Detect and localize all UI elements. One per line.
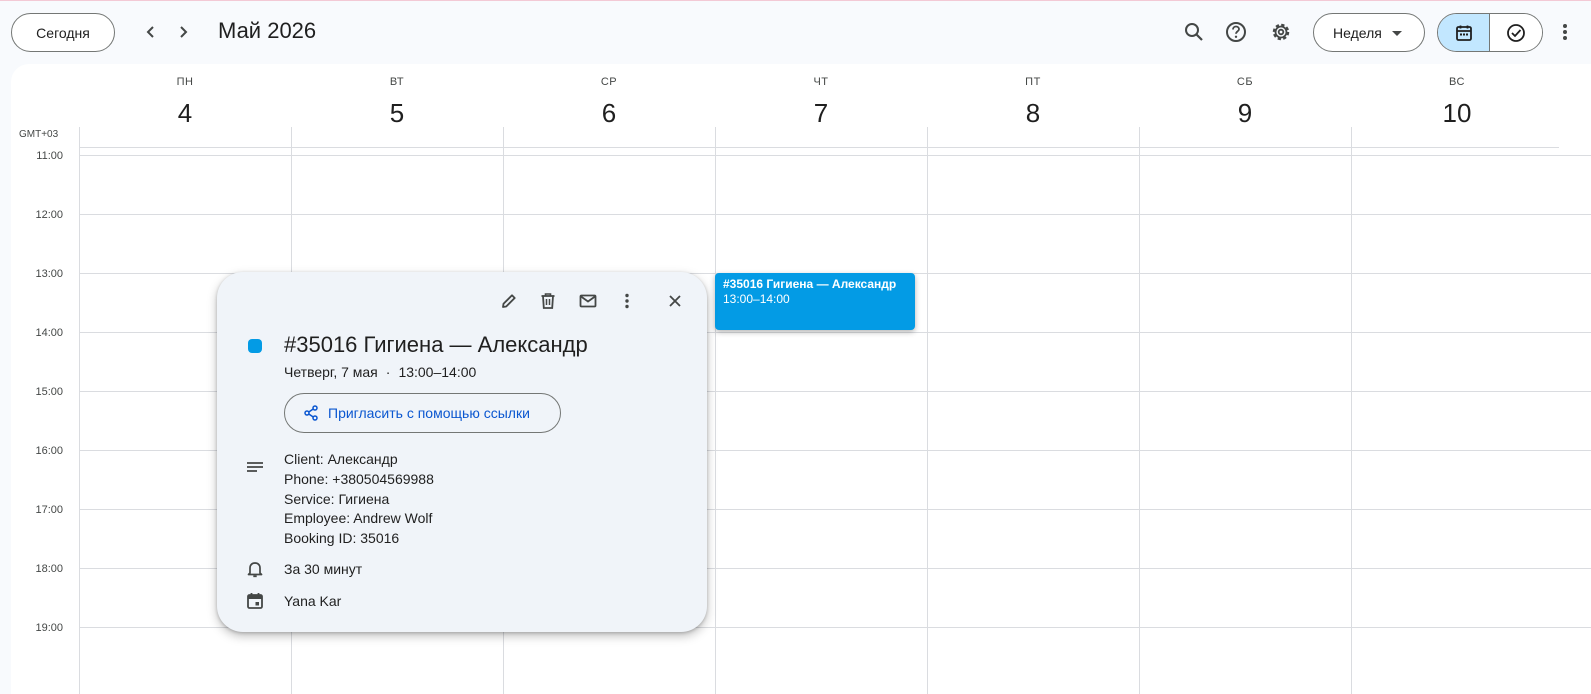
day-header-wed[interactable]: СР 6 — [503, 64, 715, 148]
day-number[interactable]: 7 — [715, 98, 927, 129]
hour-label: 15:00 — [35, 386, 63, 398]
hour-line — [79, 214, 1591, 215]
day-name: ВС — [1449, 76, 1465, 88]
event-details-popup: #35016 Гигиена — Александр Четверг, 7 ма… — [217, 272, 707, 632]
grid-column-line — [927, 127, 928, 694]
grid-column-line — [1351, 127, 1352, 694]
day-name: ЧТ — [813, 76, 829, 88]
hour-label: 12:00 — [35, 209, 63, 221]
grid-column-line — [715, 127, 716, 694]
event-description: Client: Александр Phone: +380504569988 S… — [284, 450, 434, 549]
chevron-left-icon — [146, 26, 154, 38]
view-selector-label: Неделя — [1333, 24, 1382, 41]
close-popup-button[interactable] — [663, 289, 687, 313]
invite-via-link-label: Пригласить с помощью ссылки — [328, 405, 530, 421]
event-time: 13:00–14:00 — [723, 292, 790, 306]
day-name: ПТ — [1025, 76, 1041, 88]
hour-label: 18:00 — [35, 563, 63, 575]
hour-label: 19:00 — [35, 622, 63, 634]
tasks-view-toggle[interactable] — [1490, 14, 1542, 51]
day-name: ПН — [176, 76, 194, 88]
timezone-label: GMT+03 — [19, 129, 59, 140]
day-number[interactable]: 5 — [291, 98, 503, 129]
calendar-event[interactable]: #35016 Гигиена — Александр 13:00–14:00 — [715, 273, 915, 330]
day-header-thu[interactable]: ЧТ 7 — [715, 64, 927, 148]
grid-column-line — [1139, 127, 1140, 694]
day-number[interactable]: 6 — [503, 98, 715, 129]
event-color-swatch — [248, 339, 262, 353]
calendar-view-toggle[interactable] — [1438, 14, 1491, 51]
more-vert-icon — [625, 293, 629, 309]
event-title: #35016 Гигиена — Александр — [723, 277, 897, 291]
today-button[interactable]: Сегодня — [11, 13, 115, 52]
mail-icon — [579, 294, 597, 308]
event-time-range: 13:00–14:00 — [398, 364, 477, 380]
description-line: Booking ID: 35016 — [284, 530, 400, 547]
trash-icon — [541, 293, 555, 309]
event-date: Четверг, 7 мая — [284, 364, 378, 380]
chevron-right-icon — [180, 26, 188, 38]
description-line: Service: Гигиена — [284, 490, 390, 507]
grid-column-line — [79, 127, 80, 694]
hour-label: 14:00 — [35, 327, 63, 339]
pencil-icon — [502, 294, 516, 308]
day-header-sat[interactable]: СБ 9 — [1139, 64, 1351, 148]
next-week-button[interactable] — [169, 18, 197, 46]
description-icon — [245, 458, 265, 478]
edit-event-button[interactable] — [497, 289, 521, 313]
hour-label: 17:00 — [35, 504, 63, 516]
close-icon — [669, 295, 681, 307]
delete-event-button[interactable] — [536, 289, 560, 313]
header-divider — [79, 147, 1559, 148]
description-line: Employee: Andrew Wolf — [284, 510, 433, 527]
reminder-text: За 30 минут — [284, 561, 363, 577]
help-button[interactable] — [1222, 18, 1250, 46]
day-header-mon[interactable]: ПН 4 — [79, 64, 291, 148]
separator-dot: · — [385, 364, 391, 380]
day-number[interactable]: 4 — [79, 98, 291, 129]
more-vert-icon — [1563, 24, 1567, 40]
event-datetime: Четверг, 7 мая · 13:00–14:00 — [284, 364, 476, 380]
hour-label: 11:00 — [36, 150, 63, 162]
hour-line — [79, 155, 1591, 156]
day-number[interactable]: 8 — [927, 98, 1139, 129]
day-number[interactable]: 9 — [1139, 98, 1351, 129]
day-header-tue[interactable]: ВТ 5 — [291, 64, 503, 148]
hour-label: 16:00 — [35, 445, 63, 457]
bell-icon — [245, 559, 265, 579]
search-button[interactable] — [1180, 18, 1208, 46]
app-header: Сегодня Май 2026 Неделя — [0, 0, 1591, 64]
description-line: Client: Александр — [284, 451, 398, 467]
gear-icon — [1272, 23, 1290, 41]
prev-week-button[interactable] — [137, 18, 165, 46]
hour-label: 13:00 — [35, 268, 63, 280]
search-icon — [1185, 23, 1203, 41]
event-options-button[interactable] — [615, 289, 639, 313]
calendar-owner-icon — [245, 591, 265, 611]
day-header-fri[interactable]: ПТ 8 — [927, 64, 1139, 148]
page-title: Май 2026 — [218, 18, 317, 43]
share-icon — [304, 405, 318, 421]
calendar-owner-name: Yana Kar — [284, 593, 342, 609]
email-guests-button[interactable] — [576, 289, 600, 313]
app-switcher — [1437, 13, 1543, 52]
invite-via-link-button[interactable]: Пригласить с помощью ссылки — [284, 393, 561, 433]
description-line: Phone: +380504569988 — [284, 470, 434, 487]
view-selector[interactable]: Неделя — [1313, 13, 1425, 52]
settings-button[interactable] — [1267, 18, 1295, 46]
day-name: СБ — [1236, 76, 1254, 88]
day-name: СР — [600, 76, 618, 88]
more-options-button[interactable] — [1558, 18, 1572, 46]
day-header-sun[interactable]: ВС 10 — [1351, 64, 1563, 148]
day-name: ВТ — [389, 76, 405, 88]
help-icon — [1226, 22, 1246, 42]
day-number[interactable]: 10 — [1351, 98, 1563, 129]
popup-event-title: #35016 Гигиена — Александр — [284, 332, 588, 357]
calendar-icon — [1455, 25, 1472, 41]
dropdown-arrow-icon — [1392, 31, 1402, 36]
task-check-icon — [1507, 23, 1525, 42]
